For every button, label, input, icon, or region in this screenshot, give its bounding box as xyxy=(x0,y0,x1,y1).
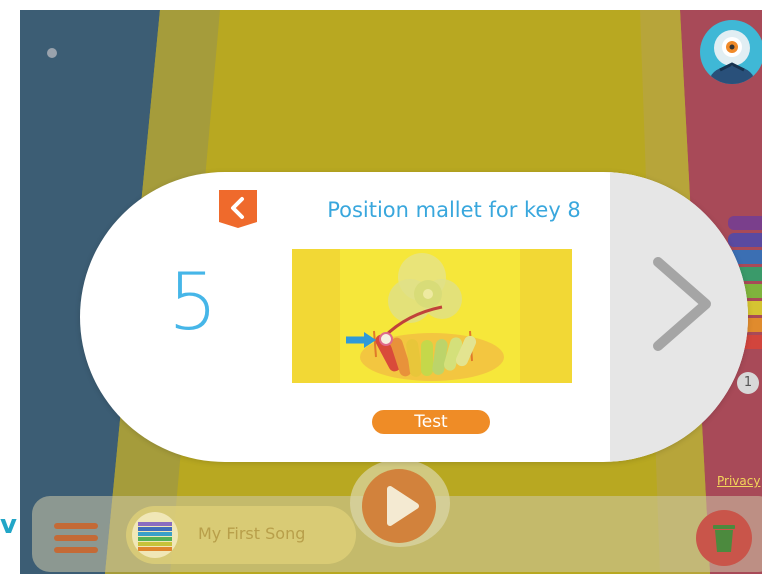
trash-icon xyxy=(713,525,735,552)
modal-title: Position mallet for key 8 xyxy=(327,198,581,222)
partial-logo-icon: v xyxy=(0,510,17,540)
robot-avatar-icon[interactable] xyxy=(700,20,762,84)
chevron-right-icon xyxy=(653,257,711,351)
test-button[interactable]: Test xyxy=(372,410,490,434)
play-button[interactable] xyxy=(350,459,450,547)
song-title: My First Song xyxy=(198,524,306,543)
play-icon xyxy=(362,469,436,543)
step-number: 5 xyxy=(168,258,218,348)
app-screen: 1 Privacy My First Song Position mallet … xyxy=(20,10,762,574)
status-dot xyxy=(47,48,57,58)
mallet-xylophone-illustration xyxy=(292,249,572,383)
song-thumbnail-icon xyxy=(132,512,178,558)
instruction-modal: Position mallet for key 8 5 Test xyxy=(80,172,748,462)
hamburger-menu-icon[interactable] xyxy=(54,523,98,559)
privacy-link[interactable]: Privacy xyxy=(717,474,760,488)
trash-button[interactable] xyxy=(696,510,752,566)
next-button[interactable] xyxy=(610,172,748,462)
song-selector[interactable]: My First Song xyxy=(126,506,356,564)
